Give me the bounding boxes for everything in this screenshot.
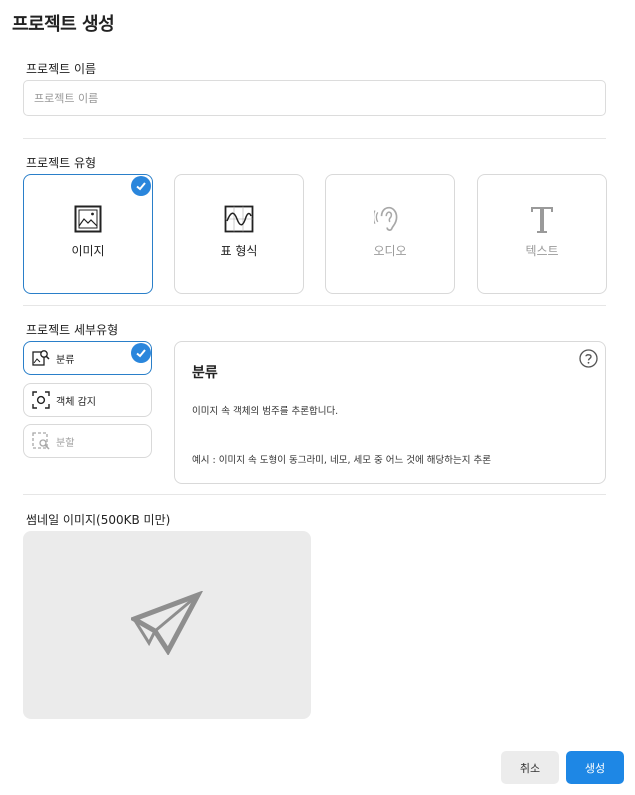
help-icon[interactable] <box>579 349 598 368</box>
check-icon <box>131 343 151 363</box>
subtype-label: 객체 감지 <box>56 396 96 408</box>
subtype-classification-button[interactable]: 분류 <box>23 341 152 375</box>
text-t-icon <box>526 203 558 235</box>
thumbnail-label: 썸네일 이미지(500KB 미만) <box>26 513 171 527</box>
check-icon <box>131 176 151 196</box>
thumbnail-upload-area[interactable] <box>23 531 311 719</box>
type-card-text[interactable]: 텍스트 <box>477 174 607 294</box>
subtype-label: 분할 <box>56 437 75 449</box>
cancel-button[interactable]: 취소 <box>501 751 559 784</box>
project-name-input[interactable] <box>23 80 606 116</box>
type-card-label: 오디오 <box>373 244 407 258</box>
image-icon <box>72 203 104 235</box>
image-search-icon <box>32 349 50 367</box>
type-card-label: 표 형식 <box>220 244 258 258</box>
divider <box>23 138 606 139</box>
description-text: 이미지 속 객체의 범주를 추론합니다. <box>192 406 339 417</box>
description-example: 예시 : 이미지 속 도형이 동그라미, 네모, 세모 중 어느 것에 해당하는… <box>192 455 491 466</box>
description-title: 분류 <box>192 365 218 381</box>
tabular-chart-icon <box>223 203 255 235</box>
object-detect-icon <box>32 391 50 409</box>
project-subtype-label: 프로젝트 세부유형 <box>26 323 119 337</box>
segment-icon <box>32 432 50 450</box>
type-card-image[interactable]: 이미지 <box>23 174 153 294</box>
page-title: 프로젝트 생성 <box>12 14 115 35</box>
subtype-label: 분류 <box>56 354 75 366</box>
subtype-segmentation-button[interactable]: 분할 <box>23 424 152 458</box>
type-card-label: 이미지 <box>71 244 105 258</box>
type-card-tabular[interactable]: 표 형식 <box>174 174 304 294</box>
project-type-label: 프로젝트 유형 <box>26 156 97 170</box>
type-card-label: 텍스트 <box>525 244 559 258</box>
subtype-description-panel: 분류 이미지 속 객체의 범주를 추론합니다. 예시 : 이미지 속 도형이 동… <box>174 341 606 484</box>
project-name-label: 프로젝트 이름 <box>26 62 97 76</box>
create-button[interactable]: 생성 <box>566 751 624 784</box>
divider <box>23 305 606 306</box>
paper-plane-icon <box>128 590 204 659</box>
divider <box>23 494 606 495</box>
type-card-audio[interactable]: 오디오 <box>325 174 455 294</box>
subtype-object-detection-button[interactable]: 객체 감지 <box>23 383 152 417</box>
ear-icon <box>374 203 406 235</box>
